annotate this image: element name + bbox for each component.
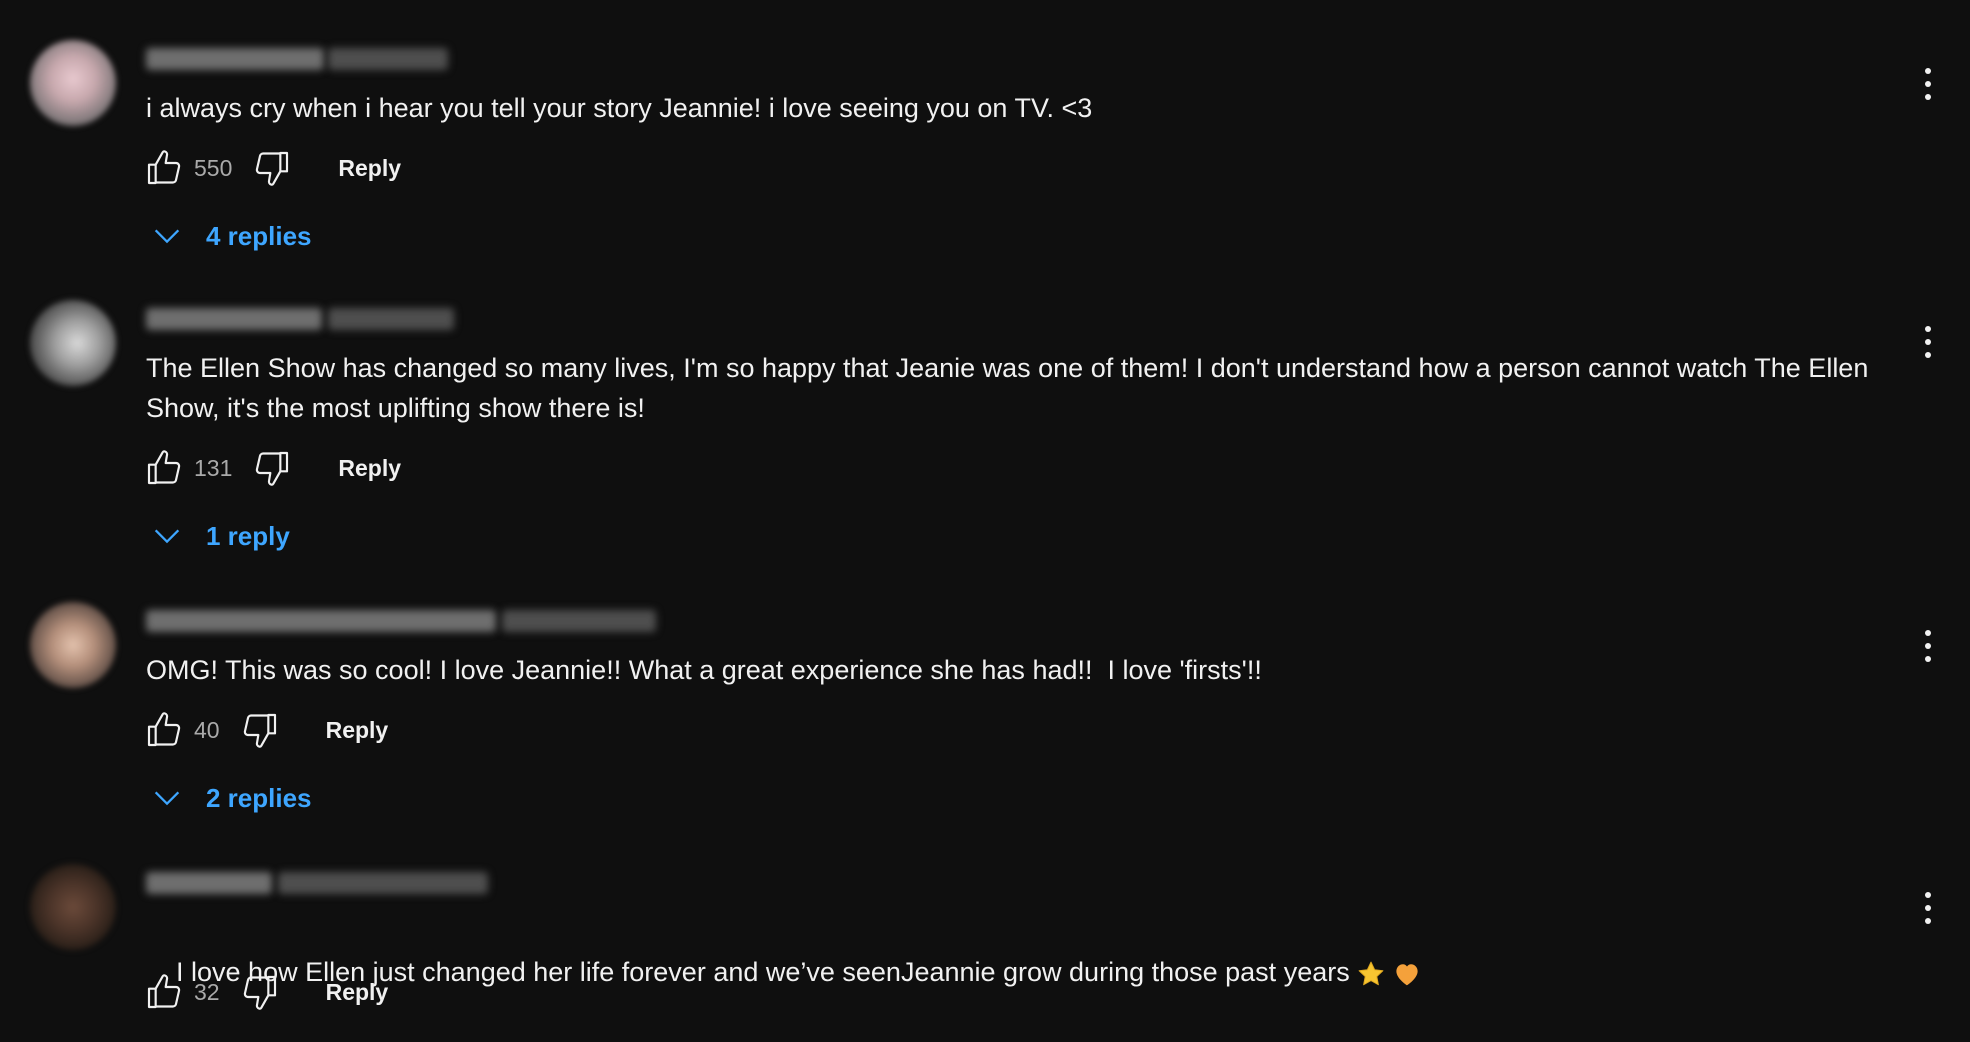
thumbs-up-icon [144,972,184,1012]
thumbs-up-icon [144,448,184,488]
comment-text: i always cry when i hear you tell your s… [146,93,1093,123]
view-replies-button[interactable]: 1 reply [150,516,290,556]
like-count: 131 [194,454,233,481]
comment-text: I love how Ellen just changed her life f… [146,912,1886,1032]
avatar[interactable] [30,300,116,386]
thumbs-up-icon [144,148,184,188]
avatar[interactable] [30,602,116,688]
dislike-button[interactable] [250,146,294,190]
comment-text: The Ellen Show has changed so many lives… [146,353,1876,423]
comment-date-redacted [328,48,448,70]
chevron-down-icon [150,219,184,253]
comment-actions: 131 Reply [142,446,401,490]
more-vertical-icon [1923,891,1933,925]
chevron-down-icon [150,781,184,815]
chevron-down-icon [150,519,184,553]
like-button[interactable] [142,708,186,752]
author-name-redacted[interactable] [146,872,272,894]
replies-count-label: 4 replies [206,220,312,251]
dislike-button[interactable] [250,446,294,490]
author-name-redacted[interactable] [146,308,322,330]
comment-text: OMG! This was so cool! I love Jeannie!! … [146,655,1262,685]
author-name-redacted[interactable] [146,48,324,70]
like-button[interactable] [142,970,186,1014]
more-vertical-icon [1923,629,1933,663]
comment-menu-button[interactable] [1910,62,1946,106]
comment-menu-button[interactable] [1910,320,1946,364]
thumbs-up-icon [144,710,184,750]
more-vertical-icon [1923,325,1933,359]
like-button[interactable] [142,146,186,190]
author-name-redacted[interactable] [146,610,496,632]
thumbs-down-icon [252,148,292,188]
thumbs-down-icon [240,972,280,1012]
comment-actions: 40 Reply [142,708,388,752]
like-count: 32 [194,978,220,1005]
comment-date-redacted [278,872,488,894]
orange-heart-emoji [1396,964,1418,986]
reply-button[interactable]: Reply [338,455,401,482]
like-button[interactable] [142,446,186,490]
replies-count-label: 2 replies [206,782,312,813]
dislike-button[interactable] [238,970,282,1014]
reply-button[interactable]: Reply [326,979,389,1006]
comment-menu-button[interactable] [1910,624,1946,668]
replies-count-label: 1 reply [206,520,290,551]
dislike-button[interactable] [238,708,282,752]
thumbs-down-icon [252,448,292,488]
more-vertical-icon [1923,67,1933,101]
view-replies-button[interactable]: 2 replies [150,778,312,818]
comment-date-redacted [328,308,454,330]
view-replies-button[interactable]: 4 replies [150,216,312,256]
like-count: 550 [194,154,233,181]
like-count: 40 [194,716,220,743]
comment-actions: 32 Reply [142,970,388,1014]
comment-menu-button[interactable] [1910,886,1946,930]
thumbs-down-icon [240,710,280,750]
avatar[interactable] [30,864,116,950]
reply-button[interactable]: Reply [326,717,389,744]
reply-button[interactable]: Reply [338,155,401,182]
comment-date-redacted [502,610,656,632]
avatar[interactable] [30,40,116,126]
star-emoji [1358,961,1384,986]
comment-actions: 550 Reply [142,146,401,190]
